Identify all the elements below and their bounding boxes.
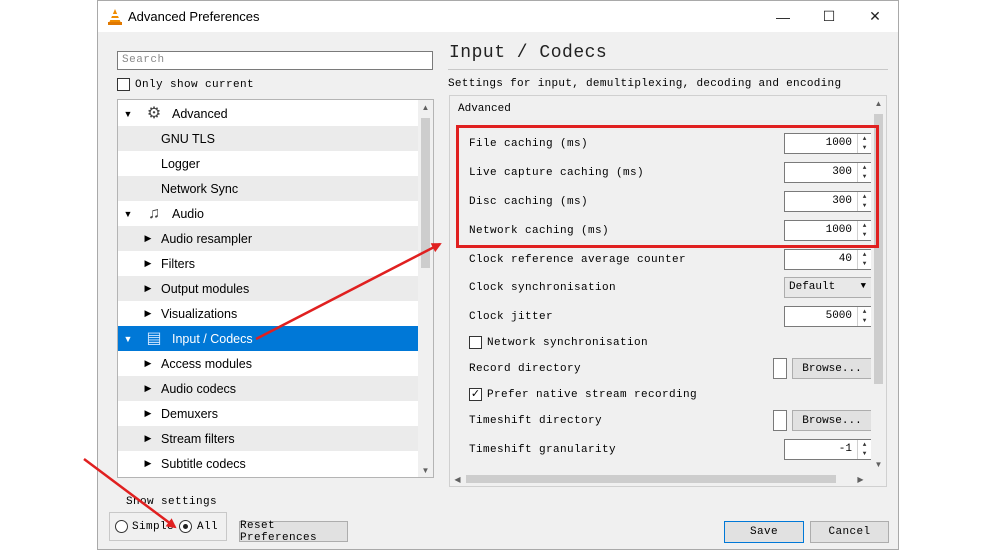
annotation-arrow-to-all (83, 457, 177, 529)
annotation-arrows (83, 242, 442, 529)
annotation-arrow-to-box (255, 242, 442, 341)
